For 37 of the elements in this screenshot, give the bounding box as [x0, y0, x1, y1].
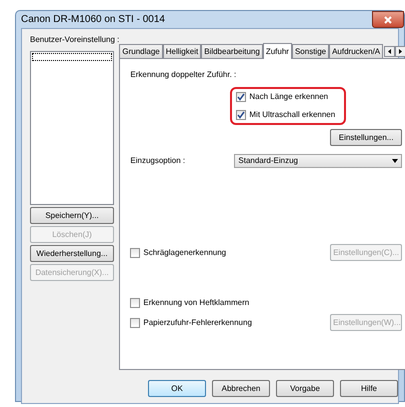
- checkbox-label: Nach Länge erkennen: [249, 91, 328, 103]
- tab-scroll-right-icon[interactable]: [395, 46, 405, 57]
- double-feed-label: Erkennung doppelter Zuführ. :: [130, 69, 238, 81]
- checkbox[interactable]: [130, 248, 140, 258]
- close-button[interactable]: [372, 11, 404, 28]
- dialog-button[interactable]: Abbrechen: [212, 380, 270, 397]
- list-focus-item[interactable]: [32, 53, 112, 61]
- preset-button[interactable]: Speichern(Y)...: [30, 207, 114, 224]
- dialog-button[interactable]: OK: [148, 380, 206, 397]
- presets-label: Benutzer-Voreinstellung :: [30, 35, 120, 45]
- presets-list[interactable]: [30, 51, 114, 205]
- checkbox-label: Schräglagenerkennung: [143, 246, 226, 258]
- checkbox[interactable]: [130, 298, 140, 308]
- checkbox-label: Papierzufuhr-Fehlererkennung: [143, 316, 252, 328]
- dialog-button[interactable]: Vorgabe: [276, 380, 334, 397]
- checkmark-icon: [237, 93, 246, 101]
- dialog-button[interactable]: Hilfe: [340, 380, 398, 397]
- feed-option-dropdown[interactable]: Standard-Einzug: [234, 154, 402, 168]
- preset-button[interactable]: Wiederherstellung...: [30, 245, 114, 262]
- checkbox[interactable]: [236, 110, 246, 120]
- tab[interactable]: Grundlage: [119, 44, 163, 58]
- tab[interactable]: Bildbearbeitung: [201, 44, 263, 58]
- tab[interactable]: Aufdrucken/A: [329, 44, 384, 58]
- tab[interactable]: Zufuhr: [262, 43, 292, 59]
- dropdown-arrow-icon: [392, 159, 398, 163]
- checkmark-icon: [237, 111, 246, 119]
- tab[interactable]: Sonstige: [292, 44, 330, 58]
- tab[interactable]: Helligkeit: [162, 44, 202, 58]
- checkbox[interactable]: [130, 318, 140, 328]
- checkbox-label: Mit Ultraschall erkennen: [249, 109, 336, 121]
- feed-option-label: Einzugsoption :: [130, 155, 186, 167]
- window-title: Canon DR-M1060 on STI - 0014: [21, 13, 165, 27]
- close-icon: [384, 16, 392, 24]
- checkbox-label: Erkennung von Heftklammern: [143, 297, 250, 309]
- checkbox[interactable]: [236, 92, 246, 102]
- settings-button[interactable]: Einstellungen...: [330, 129, 402, 146]
- tab-scroll-left-icon[interactable]: [384, 46, 396, 57]
